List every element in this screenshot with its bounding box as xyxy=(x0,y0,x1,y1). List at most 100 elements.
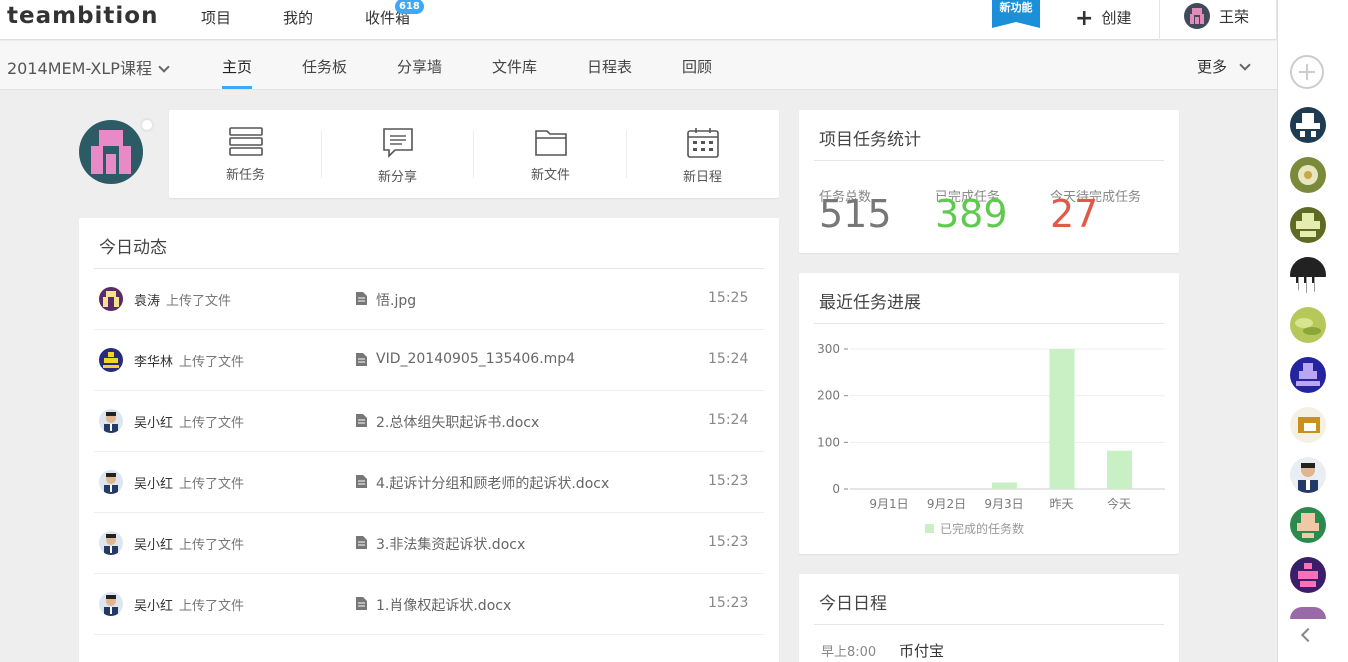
more-menu[interactable]: 更多 xyxy=(1197,56,1251,77)
bar xyxy=(1107,450,1132,489)
divider xyxy=(814,624,1164,625)
create-button[interactable]: + 创建 xyxy=(1075,6,1131,31)
calendar-icon xyxy=(686,128,719,158)
activity-row[interactable]: 吴小红 上传了文件 3.非法集资起诉状.docx 15:23 xyxy=(94,513,764,574)
project-name: 2014MEM-XLP课程 xyxy=(7,59,152,78)
tab-taskboard[interactable]: 任务板 xyxy=(302,56,347,77)
project-switcher[interactable]: 2014MEM-XLP课程 xyxy=(7,55,170,79)
user-name: 吴小红 xyxy=(134,416,174,431)
user-avatar[interactable] xyxy=(99,470,123,494)
user-avatar[interactable] xyxy=(99,592,123,616)
member-avatar[interactable] xyxy=(1290,557,1326,593)
legend-swatch xyxy=(925,524,934,533)
activity-user[interactable]: 吴小红 上传了文件 xyxy=(134,534,244,553)
x-tick-label: 9月1日 xyxy=(869,497,908,511)
due-today-value: 27 xyxy=(1050,192,1099,236)
user-name: 袁涛 xyxy=(134,294,161,309)
activity-verb: 上传了文件 xyxy=(179,355,245,370)
user-avatar[interactable] xyxy=(99,348,123,372)
user-avatar[interactable] xyxy=(99,409,123,433)
file-link[interactable]: 悟.jpg xyxy=(376,290,416,310)
user-name: 吴小红 xyxy=(134,477,174,492)
new-task-button[interactable]: 新任务 xyxy=(169,110,322,198)
member-avatar[interactable] xyxy=(1290,507,1326,543)
user-avatar[interactable] xyxy=(1184,3,1210,33)
file-icon xyxy=(356,475,367,492)
comment-icon xyxy=(382,128,413,158)
activity-row[interactable]: 吴小红 上传了文件 2.总体组失职起诉书.docx 15:24 xyxy=(94,391,764,452)
file-link[interactable]: 4.起诉计分组和顾老师的起诉状.docx xyxy=(376,473,609,493)
activity-verb: 上传了文件 xyxy=(179,477,245,492)
member-avatar[interactable] xyxy=(1290,257,1326,293)
event-time: 早上8:00 xyxy=(821,645,877,660)
x-tick-label: 9月3日 xyxy=(984,497,1023,511)
file-icon xyxy=(356,353,367,370)
inbox-count-badge: 618 xyxy=(395,0,424,14)
x-tick-label: 昨天 xyxy=(1049,497,1073,511)
plus-icon: + xyxy=(1075,6,1094,31)
file-link[interactable]: 2.总体组失职起诉书.docx xyxy=(376,412,539,432)
more-label: 更多 xyxy=(1197,58,1228,76)
activity-user[interactable]: 吴小红 上传了文件 xyxy=(134,473,244,492)
activity-row[interactable]: 吴小红 上传了文件 4.起诉计分组和顾老师的起诉状.docx 15:23 xyxy=(94,452,764,513)
activity-row[interactable]: 吴小红 上传了文件 1.肖像权起诉状.docx 15:23 xyxy=(94,574,764,635)
file-icon xyxy=(356,536,367,553)
activity-user[interactable]: 吴小红 上传了文件 xyxy=(134,595,244,614)
new-share-button[interactable]: 新分享 xyxy=(321,110,474,198)
tab-share-wall[interactable]: 分享墙 xyxy=(397,56,442,77)
chevron-down-icon xyxy=(1239,59,1251,71)
activity-row[interactable]: 李华林 上传了文件 VID_20140905_135406.mp4 15:24 xyxy=(94,330,764,391)
y-tick-label: 0 xyxy=(832,482,840,496)
member-avatar[interactable] xyxy=(1290,457,1326,493)
nav-projects[interactable]: 项目 xyxy=(201,7,231,28)
user-avatar[interactable] xyxy=(99,531,123,555)
tab-home[interactable]: 主页 xyxy=(222,56,252,77)
tab-calendar[interactable]: 日程表 xyxy=(587,56,632,77)
user-name[interactable]: 王荣 xyxy=(1219,6,1249,27)
new-event-button[interactable]: 新日程 xyxy=(626,110,779,198)
project-avatar[interactable] xyxy=(79,120,143,184)
tab-review[interactable]: 回顾 xyxy=(682,56,712,77)
member-avatar[interactable] xyxy=(1290,107,1326,143)
member-avatar[interactable] xyxy=(1290,307,1326,343)
new-file-button[interactable]: 新文件 xyxy=(474,110,627,198)
activity-user[interactable]: 李华林 上传了文件 xyxy=(134,351,244,370)
activity-card: 今日动态 袁涛 上传了文件 悟.jpg 15:25 李华林 上传了文件 VID_201409… xyxy=(79,218,779,662)
task-list-icon xyxy=(228,127,263,156)
activity-row[interactable]: 袁涛 上传了文件 悟.jpg 15:25 xyxy=(94,269,764,330)
user-avatar[interactable] xyxy=(99,287,123,311)
file-link[interactable]: 1.肖像权起诉状.docx xyxy=(376,595,511,615)
completed-tasks-value: 389 xyxy=(935,192,1008,236)
member-avatar[interactable] xyxy=(1290,207,1326,243)
activity-user[interactable]: 袁涛 上传了文件 xyxy=(134,290,231,309)
member-avatar[interactable] xyxy=(1290,357,1326,393)
progress-chart: 0 100 200 300 9月1日 9月2日 9月3日 昨天 今天已完成的任务数 xyxy=(817,342,1165,536)
app-logo[interactable]: teambition xyxy=(7,3,158,29)
new-task-label: 新任务 xyxy=(225,168,265,183)
member-avatar[interactable] xyxy=(1290,407,1326,443)
y-tick-label: 300 xyxy=(817,342,840,356)
activity-user[interactable]: 吴小红 上传了文件 xyxy=(134,412,244,431)
bar xyxy=(1049,349,1075,489)
tab-files[interactable]: 文件库 xyxy=(492,56,537,77)
progress-card: 最近任务进展 0 100 200 300 9月1日 9月2日 9月3日 昨天 今天 已完成的任务数 xyxy=(799,273,1179,554)
activity-time: 15:24 xyxy=(708,412,749,428)
member-avatar[interactable] xyxy=(1290,607,1326,619)
chevron-down-icon xyxy=(158,61,170,73)
collapse-sidebar-icon[interactable] xyxy=(1300,627,1316,643)
bar xyxy=(992,482,1017,489)
new-feature-ribbon[interactable]: 新功能 xyxy=(992,0,1040,28)
activity-title: 今日动态 xyxy=(99,238,167,258)
new-file-label: 新文件 xyxy=(530,168,570,183)
nav-mine[interactable]: 我的 xyxy=(283,7,313,28)
event-title[interactable]: 币付宝 xyxy=(899,640,944,661)
divider xyxy=(1159,0,1160,40)
total-tasks-value: 515 xyxy=(819,192,892,236)
file-link[interactable]: 3.非法集资起诉状.docx xyxy=(376,534,525,554)
create-label: 创建 xyxy=(1101,9,1132,27)
add-member-icon[interactable] xyxy=(1290,55,1324,89)
active-tab-indicator xyxy=(222,86,252,89)
file-link[interactable]: VID_20140905_135406.mp4 xyxy=(376,351,575,367)
member-avatar[interactable] xyxy=(1290,157,1326,193)
stats-title: 项目任务统计 xyxy=(819,130,921,150)
